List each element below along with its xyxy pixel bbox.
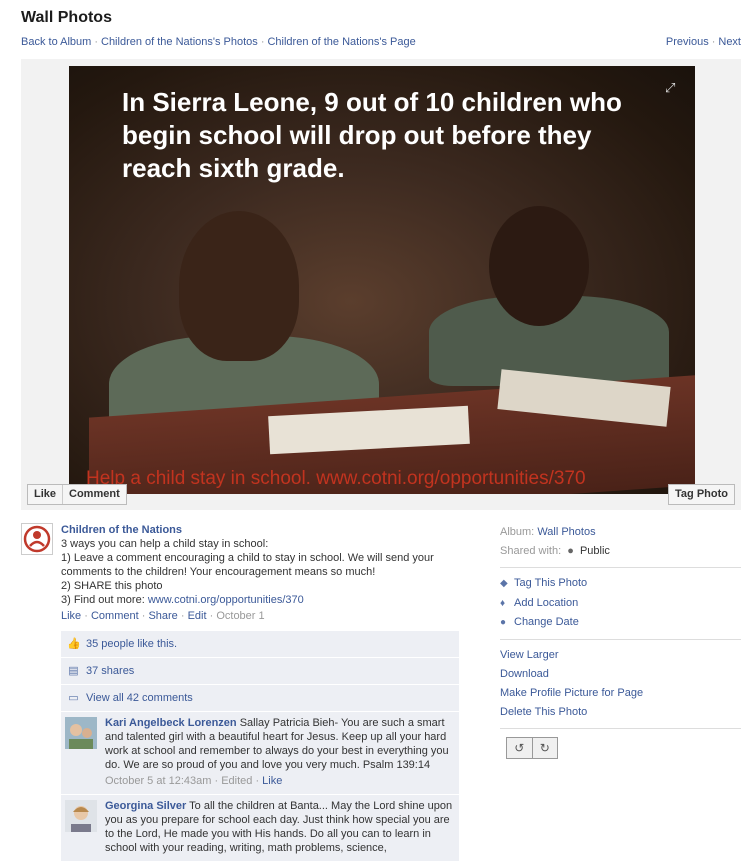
page-link[interactable]: Children of the Nations's Page [267, 36, 415, 48]
post-text: 3) Find out more: [61, 594, 148, 606]
post-body: Children of the Nations 3 ways you can h… [61, 523, 461, 623]
post-text-line: 2) SHARE this photo [61, 580, 163, 592]
clock-icon: ● [500, 617, 507, 628]
change-date-link[interactable]: Change Date [514, 613, 579, 633]
tag-photo-button[interactable]: Tag Photo [668, 484, 735, 505]
expand-icon[interactable]: ⤢ [665, 80, 679, 95]
post-text-line: 3) Find out more: www.cotni.org/opportun… [61, 593, 461, 607]
shares-row[interactable]: ▤ 37 shares [61, 658, 459, 685]
photos-link[interactable]: Children of the Nations's Photos [101, 36, 258, 48]
back-to-album-link[interactable]: Back to Album [21, 36, 91, 48]
change-date-row[interactable]: ● Change Date [500, 613, 741, 633]
comment-author[interactable]: Kari Angelbeck Lorenzen [105, 717, 237, 729]
page-title: Wall Photos [21, 9, 112, 26]
separator: · [206, 610, 217, 622]
likes-count[interactable]: 35 people like this. [86, 638, 177, 650]
shared-with-row: Shared with: ● Public [500, 542, 741, 561]
comment-icon: ▭ [68, 691, 79, 704]
post-comment-link[interactable]: Comment [91, 610, 139, 622]
photo-sidebar: Album: Wall Photos Shared with: ● Public… [500, 523, 741, 759]
photo-comment-button[interactable]: Comment [62, 485, 126, 504]
feedback-box: 👍 35 people like this. ▤ 37 shares ▭ Vie… [61, 631, 459, 862]
avatar[interactable] [65, 800, 97, 832]
divider [500, 727, 741, 729]
photo-like-comment-bar: Like Comment [27, 484, 127, 505]
album-link[interactable]: Wall Photos [537, 526, 595, 538]
view-larger-link[interactable]: View Larger [500, 646, 741, 665]
delete-photo-link[interactable]: Delete This Photo [500, 703, 741, 722]
comment-time[interactable]: October 5 at 12:43am [105, 775, 211, 787]
post-text-line: 3 ways you can help a child stay in scho… [61, 538, 269, 550]
tag-this-photo-link[interactable]: Tag This Photo [514, 574, 587, 594]
comment-edited[interactable]: Edited [221, 775, 252, 787]
separator: · [81, 610, 91, 622]
album-row: Album: Wall Photos [500, 523, 741, 542]
separator: · [138, 610, 149, 622]
photo-pager: Previous · Next [641, 36, 741, 48]
privacy-value[interactable]: Public [580, 545, 610, 557]
post-share-link[interactable]: Share [148, 610, 177, 622]
breadcrumb: Back to Album · Children of the Nations's … [21, 36, 416, 48]
share-icon: ▤ [68, 664, 79, 677]
photo-footer-text: Help a child stay in school. www.cotni.o… [86, 468, 586, 489]
comment-item: Georgina Silver To all the children at B… [61, 795, 459, 862]
likes-row[interactable]: 👍 35 people like this. [61, 631, 459, 658]
divider [500, 567, 741, 568]
rotate-right-icon[interactable]: ↻ [531, 737, 558, 758]
add-location-row[interactable]: ♦ Add Location [500, 594, 741, 614]
avatar[interactable] [65, 717, 97, 749]
view-all-comments-link[interactable]: View all 42 comments [86, 692, 193, 704]
view-comments-row[interactable]: ▭ View all 42 comments [61, 685, 459, 712]
photo-like-button[interactable]: Like [28, 485, 62, 504]
comment-item: Kari Angelbeck Lorenzen Sallay Patricia … [61, 712, 459, 795]
main-photo[interactable]: In Sierra Leone, 9 out of 10 children wh… [69, 66, 695, 494]
photo-figure [489, 206, 589, 326]
separator: · [94, 36, 98, 48]
photo-headline: In Sierra Leone, 9 out of 10 children wh… [122, 87, 622, 183]
globe-icon: ● [567, 545, 574, 557]
shares-count[interactable]: 37 shares [86, 665, 134, 677]
post-text-line: 1) Leave a comment encouraging a child t… [61, 552, 434, 578]
album-label: Album: [500, 526, 535, 538]
make-profile-picture-link[interactable]: Make Profile Picture for Page [500, 684, 741, 703]
add-location-link[interactable]: Add Location [514, 594, 578, 614]
rotate-buttons: ↺ ↻ [506, 736, 558, 759]
next-link[interactable]: Next [718, 36, 741, 48]
shared-with-label: Shared with: [500, 545, 562, 557]
cotn-logo-icon [23, 525, 51, 553]
post-author[interactable]: Children of the Nations [61, 523, 461, 537]
post-link[interactable]: www.cotni.org/opportunities/370 [148, 594, 304, 606]
tag-icon: ◆ [500, 578, 508, 589]
separator: · [711, 36, 716, 48]
tag-this-photo-row[interactable]: ◆ Tag This Photo [500, 574, 741, 594]
location-pin-icon: ♦ [500, 597, 506, 609]
post-date[interactable]: October 1 [216, 610, 264, 622]
comment-like-link[interactable]: Like [262, 775, 282, 787]
thumbs-up-icon: 👍 [67, 637, 81, 650]
post-like-link[interactable]: Like [61, 610, 81, 622]
divider [500, 638, 741, 640]
separator: · [260, 36, 265, 48]
page-avatar[interactable] [21, 523, 53, 555]
post-edit-link[interactable]: Edit [188, 610, 207, 622]
comment-author[interactable]: Georgina Silver [105, 800, 186, 812]
previous-link[interactable]: Previous [666, 36, 709, 48]
comment-meta: October 5 at 12:43am · Edited · Like [105, 775, 283, 787]
post-actions: Like · Comment · Share · Edit · October … [61, 609, 461, 623]
download-link[interactable]: Download [500, 665, 741, 684]
separator: · [177, 610, 188, 622]
rotate-left-icon[interactable]: ↺ [507, 738, 532, 758]
photo-figure [179, 211, 299, 361]
photo-stage: In Sierra Leone, 9 out of 10 children wh… [21, 59, 741, 510]
